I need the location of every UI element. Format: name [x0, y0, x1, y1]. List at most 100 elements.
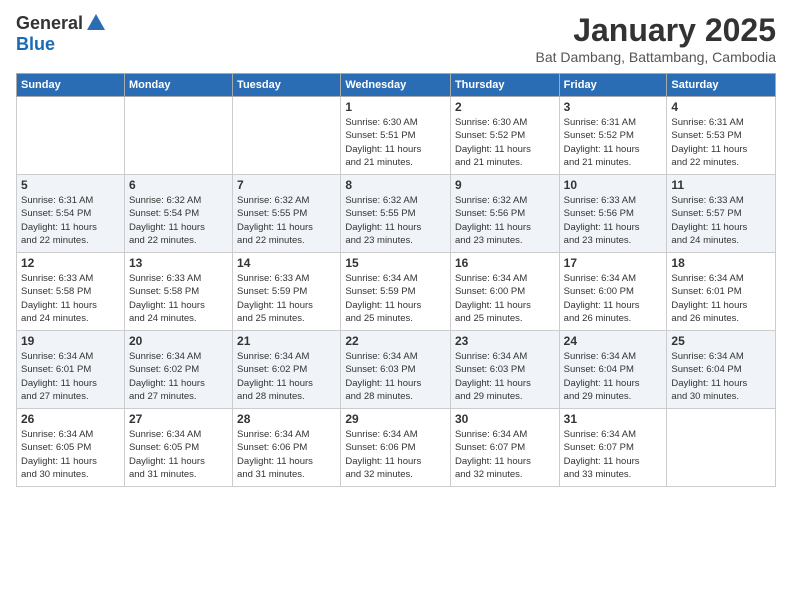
weekday-header: Friday: [559, 74, 667, 97]
day-info: Sunrise: 6:31 AM Sunset: 5:53 PM Dayligh…: [671, 116, 771, 169]
day-info: Sunrise: 6:32 AM Sunset: 5:56 PM Dayligh…: [455, 194, 555, 247]
day-number: 22: [345, 334, 446, 348]
day-info: Sunrise: 6:34 AM Sunset: 6:06 PM Dayligh…: [345, 428, 446, 481]
calendar-cell: 6 Sunrise: 6:32 AM Sunset: 5:54 PM Daylig…: [124, 175, 232, 253]
day-number: 8: [345, 178, 446, 192]
calendar-cell: 30Sunrise: 6:34 AM Sunset: 6:07 PM Dayli…: [450, 409, 559, 487]
day-info: Sunrise: 6:33 AM Sunset: 5:57 PM Dayligh…: [671, 194, 771, 247]
calendar-cell: 5 Sunrise: 6:31 AM Sunset: 5:54 PM Daylig…: [17, 175, 125, 253]
calendar-cell: 15 Sunrise: 6:34 AM Sunset: 5:59 PM Dayli…: [341, 253, 451, 331]
day-info: Sunrise: 6:34 AM Sunset: 6:07 PM Dayligh…: [564, 428, 663, 481]
logo-blue-text: Blue: [16, 34, 55, 55]
title-block: January 2025 Bat Dambang, Battambang, Ca…: [536, 12, 776, 65]
day-info: Sunrise: 6:32 AM Sunset: 5:55 PM Dayligh…: [345, 194, 446, 247]
location-text: Bat Dambang, Battambang, Cambodia: [536, 49, 776, 65]
day-info: Sunrise: 6:33 AM Sunset: 5:56 PM Dayligh…: [564, 194, 663, 247]
day-info: Sunrise: 6:31 AM Sunset: 5:54 PM Dayligh…: [21, 194, 120, 247]
calendar-cell: 13 Sunrise: 6:33 AM Sunset: 5:58 PM Dayli…: [124, 253, 232, 331]
day-number: 4: [671, 100, 771, 114]
calendar-cell: 4 Sunrise: 6:31 AM Sunset: 5:53 PM Daylig…: [667, 97, 776, 175]
day-number: 11: [671, 178, 771, 192]
calendar-cell: 17 Sunrise: 6:34 AM Sunset: 6:00 PM Dayli…: [559, 253, 667, 331]
calendar-cell: 18 Sunrise: 6:34 AM Sunset: 6:01 PM Dayli…: [667, 253, 776, 331]
day-number: 18: [671, 256, 771, 270]
day-number: 31: [564, 412, 663, 426]
calendar-cell: 23 Sunrise: 6:34 AM Sunset: 6:03 PM Dayli…: [450, 331, 559, 409]
day-info: Sunrise: 6:34 AM Sunset: 6:07 PM Dayligh…: [455, 428, 555, 481]
day-number: 20: [129, 334, 228, 348]
calendar-week-row: 19 Sunrise: 6:34 AM Sunset: 6:01 PM Dayli…: [17, 331, 776, 409]
calendar-cell: 31 Sunrise: 6:34 AM Sunset: 6:07 PM Dayli…: [559, 409, 667, 487]
calendar-cell: 1 Sunrise: 6:30 AM Sunset: 5:51 PM Daylig…: [341, 97, 451, 175]
day-number: 5: [21, 178, 120, 192]
calendar-week-row: 26 Sunrise: 6:34 AM Sunset: 6:05 PM Dayli…: [17, 409, 776, 487]
day-number: 7: [237, 178, 336, 192]
calendar-week-row: 1 Sunrise: 6:30 AM Sunset: 5:51 PM Daylig…: [17, 97, 776, 175]
day-number: 29: [345, 412, 446, 426]
calendar-cell: 2Sunrise: 6:30 AM Sunset: 5:52 PM Daylig…: [450, 97, 559, 175]
day-number: 23: [455, 334, 555, 348]
calendar-week-row: 5 Sunrise: 6:31 AM Sunset: 5:54 PM Daylig…: [17, 175, 776, 253]
day-number: 9: [455, 178, 555, 192]
day-info: Sunrise: 6:34 AM Sunset: 6:06 PM Dayligh…: [237, 428, 336, 481]
day-info: Sunrise: 6:32 AM Sunset: 5:54 PM Dayligh…: [129, 194, 228, 247]
calendar-cell: 12 Sunrise: 6:33 AM Sunset: 5:58 PM Dayli…: [17, 253, 125, 331]
day-info: Sunrise: 6:34 AM Sunset: 6:00 PM Dayligh…: [455, 272, 555, 325]
calendar-cell: 28 Sunrise: 6:34 AM Sunset: 6:06 PM Dayli…: [233, 409, 341, 487]
calendar-cell: 7Sunrise: 6:32 AM Sunset: 5:55 PM Daylig…: [233, 175, 341, 253]
calendar-cell: [667, 409, 776, 487]
day-number: 12: [21, 256, 120, 270]
day-info: Sunrise: 6:33 AM Sunset: 5:58 PM Dayligh…: [129, 272, 228, 325]
day-number: 14: [237, 256, 336, 270]
calendar-cell: 22 Sunrise: 6:34 AM Sunset: 6:03 PM Dayli…: [341, 331, 451, 409]
day-number: 10: [564, 178, 663, 192]
day-info: Sunrise: 6:34 AM Sunset: 6:00 PM Dayligh…: [564, 272, 663, 325]
day-info: Sunrise: 6:34 AM Sunset: 6:01 PM Dayligh…: [671, 272, 771, 325]
calendar-cell: [233, 97, 341, 175]
weekday-header: Thursday: [450, 74, 559, 97]
day-info: Sunrise: 6:30 AM Sunset: 5:51 PM Dayligh…: [345, 116, 446, 169]
calendar-cell: 19 Sunrise: 6:34 AM Sunset: 6:01 PM Dayli…: [17, 331, 125, 409]
day-number: 2: [455, 100, 555, 114]
day-info: Sunrise: 6:31 AM Sunset: 5:52 PM Dayligh…: [564, 116, 663, 169]
calendar-cell: 9 Sunrise: 6:32 AM Sunset: 5:56 PM Daylig…: [450, 175, 559, 253]
weekday-header-row: SundayMondayTuesdayWednesdayThursdayFrid…: [17, 74, 776, 97]
day-info: Sunrise: 6:34 AM Sunset: 5:59 PM Dayligh…: [345, 272, 446, 325]
weekday-header: Saturday: [667, 74, 776, 97]
day-number: 21: [237, 334, 336, 348]
day-number: 17: [564, 256, 663, 270]
calendar-cell: 21 Sunrise: 6:34 AM Sunset: 6:02 PM Dayli…: [233, 331, 341, 409]
logo: General Blue: [16, 12, 107, 55]
weekday-header: Sunday: [17, 74, 125, 97]
day-number: 15: [345, 256, 446, 270]
day-info: Sunrise: 6:34 AM Sunset: 6:05 PM Dayligh…: [21, 428, 120, 481]
day-number: 16: [455, 256, 555, 270]
weekday-header: Wednesday: [341, 74, 451, 97]
calendar-cell: 20Sunrise: 6:34 AM Sunset: 6:02 PM Dayli…: [124, 331, 232, 409]
day-number: 28: [237, 412, 336, 426]
day-number: 26: [21, 412, 120, 426]
calendar-cell: 29 Sunrise: 6:34 AM Sunset: 6:06 PM Dayli…: [341, 409, 451, 487]
day-info: Sunrise: 6:34 AM Sunset: 6:02 PM Dayligh…: [237, 350, 336, 403]
day-number: 6: [129, 178, 228, 192]
calendar-cell: 3 Sunrise: 6:31 AM Sunset: 5:52 PM Daylig…: [559, 97, 667, 175]
day-info: Sunrise: 6:34 AM Sunset: 6:03 PM Dayligh…: [455, 350, 555, 403]
day-number: 1: [345, 100, 446, 114]
day-info: Sunrise: 6:34 AM Sunset: 6:01 PM Dayligh…: [21, 350, 120, 403]
day-number: 13: [129, 256, 228, 270]
calendar-table: SundayMondayTuesdayWednesdayThursdayFrid…: [16, 73, 776, 487]
calendar-cell: 25Sunrise: 6:34 AM Sunset: 6:04 PM Dayli…: [667, 331, 776, 409]
weekday-header: Monday: [124, 74, 232, 97]
month-title: January 2025: [536, 12, 776, 49]
day-number: 27: [129, 412, 228, 426]
calendar-cell: [17, 97, 125, 175]
day-info: Sunrise: 6:34 AM Sunset: 6:05 PM Dayligh…: [129, 428, 228, 481]
day-info: Sunrise: 6:33 AM Sunset: 5:58 PM Dayligh…: [21, 272, 120, 325]
day-number: 3: [564, 100, 663, 114]
calendar-cell: 24Sunrise: 6:34 AM Sunset: 6:04 PM Dayli…: [559, 331, 667, 409]
weekday-header: Tuesday: [233, 74, 341, 97]
page-header: General Blue January 2025 Bat Dambang, B…: [16, 12, 776, 65]
day-number: 19: [21, 334, 120, 348]
day-info: Sunrise: 6:34 AM Sunset: 6:03 PM Dayligh…: [345, 350, 446, 403]
day-info: Sunrise: 6:33 AM Sunset: 5:59 PM Dayligh…: [237, 272, 336, 325]
